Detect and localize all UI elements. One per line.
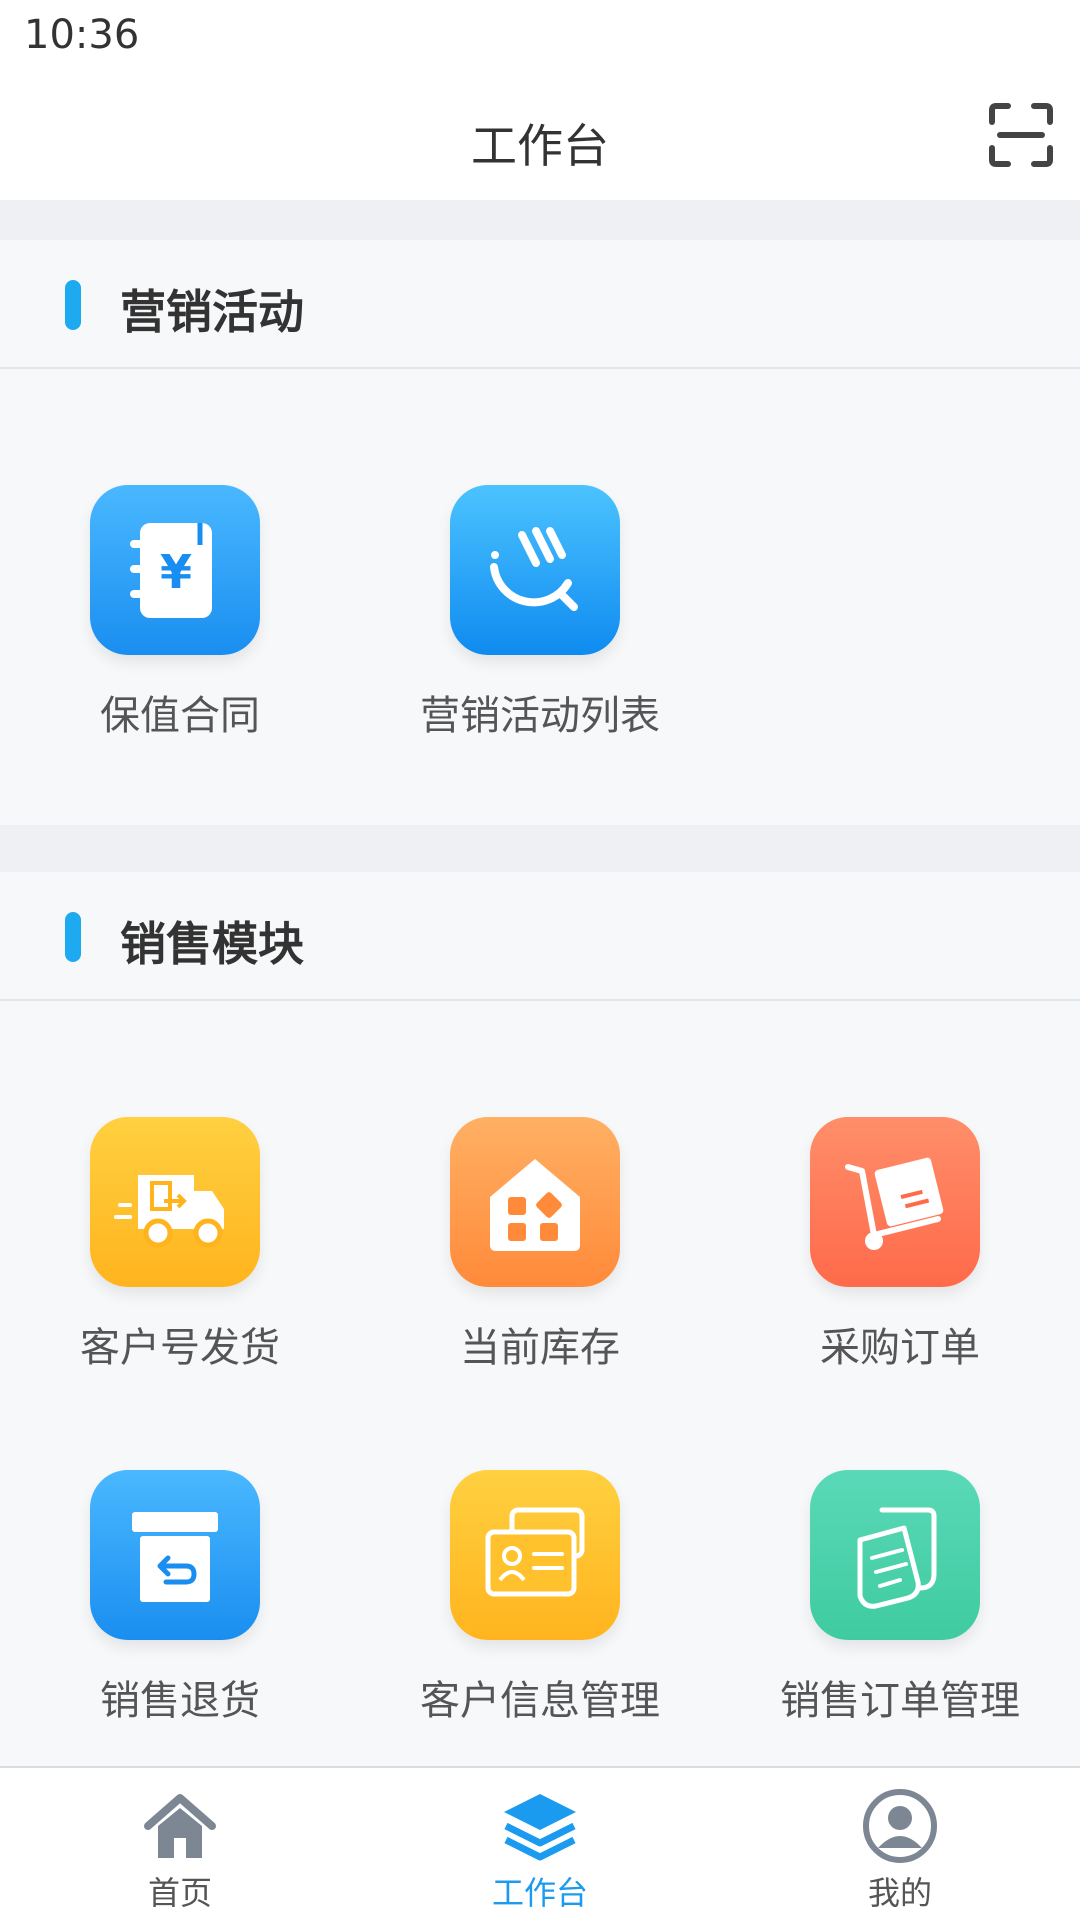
svg-text:¥: ¥: [160, 545, 192, 599]
marketing-activity-icon: [450, 485, 620, 655]
tile-sales-order[interactable]: 销售订单管理: [720, 1470, 1080, 1750]
tile-purchase-order[interactable]: 采购订单: [720, 1117, 1080, 1397]
tile-label: 销售退货: [100, 1678, 260, 1724]
section-marketing: 营销活动 ¥ 保值合同 营销活动列表: [0, 240, 1080, 825]
status-time: 10:36: [24, 12, 140, 58]
tile-label: 客户信息管理: [420, 1678, 660, 1724]
tile-label: 客户号发货: [80, 1325, 280, 1371]
tile-marketing-list[interactable]: 营销活动列表: [360, 485, 720, 765]
tile-customer-delivery[interactable]: 客户号发货: [0, 1117, 360, 1397]
section-title: 营销活动: [120, 285, 304, 339]
section-marker: [65, 280, 81, 330]
return-box-icon: [90, 1470, 260, 1640]
purchase-cart-icon: [810, 1117, 980, 1287]
status-bar: 10:36: [0, 0, 1080, 80]
section-sales: 销售模块 客户号发货 当前库存 采购订单 销售退货 客户信息管理 销售订单管理: [0, 872, 1080, 1766]
home-icon: [140, 1786, 220, 1866]
tile-sales-return[interactable]: 销售退货: [0, 1470, 360, 1750]
layers-icon: [500, 1786, 580, 1866]
section-header: 营销活动: [0, 240, 1080, 369]
warehouse-icon: [450, 1117, 620, 1287]
section-marker: [65, 912, 81, 962]
tile-label: 当前库存: [460, 1325, 620, 1371]
profile-icon: [860, 1786, 940, 1866]
delivery-truck-icon: [90, 1117, 260, 1287]
tile-customer-info[interactable]: 客户信息管理: [360, 1470, 720, 1750]
section-header: 销售模块: [0, 872, 1080, 1001]
tile-label: 采购订单: [820, 1325, 980, 1371]
tile-contract[interactable]: ¥ 保值合同: [0, 485, 360, 765]
scan-icon[interactable]: [986, 100, 1056, 170]
customer-card-icon: [450, 1470, 620, 1640]
tab-workbench[interactable]: 工作台: [360, 1768, 720, 1922]
tile-label: 营销活动列表: [420, 693, 660, 739]
tile-label: 保值合同: [100, 693, 260, 739]
tab-home[interactable]: 首页: [0, 1768, 360, 1922]
tile-label: 销售订单管理: [780, 1678, 1020, 1724]
section-title: 销售模块: [120, 917, 304, 971]
page-title: 工作台: [471, 119, 609, 173]
tab-mine[interactable]: 我的: [720, 1768, 1080, 1922]
bottom-tab-bar: 首页 工作台 我的: [0, 1766, 1080, 1922]
tab-label: 工作台: [491, 1874, 588, 1912]
sales-order-icon: [810, 1470, 980, 1640]
section-gap: [0, 200, 1080, 240]
tab-label: 我的: [867, 1874, 932, 1912]
title-bar: 工作台: [0, 80, 1080, 200]
section-gap: [0, 825, 1080, 872]
contract-yen-icon: ¥: [90, 485, 260, 655]
tile-current-stock[interactable]: 当前库存: [360, 1117, 720, 1397]
tab-label: 首页: [147, 1874, 212, 1912]
